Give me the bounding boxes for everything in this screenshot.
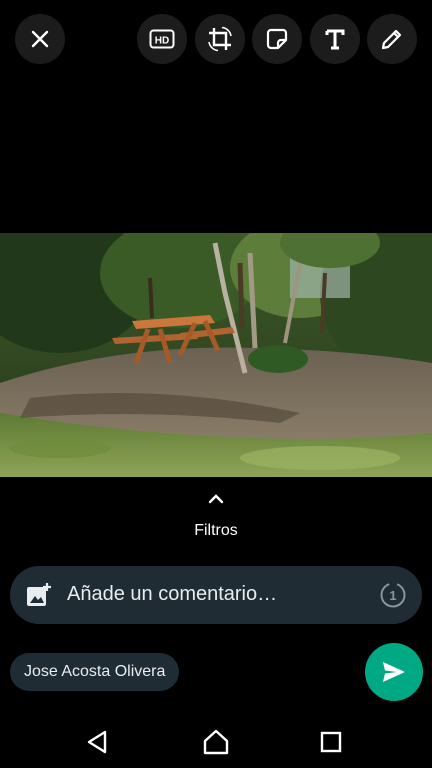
add-photo-icon[interactable] (26, 582, 52, 608)
send-icon (383, 662, 405, 682)
sticker-icon (266, 28, 288, 50)
hd-icon: HD (149, 29, 175, 49)
send-button[interactable] (365, 643, 423, 701)
svg-text:1: 1 (389, 588, 396, 603)
hd-button[interactable]: HD (137, 14, 187, 64)
photo-preview[interactable] (0, 233, 432, 477)
text-button[interactable] (310, 14, 360, 64)
close-icon (31, 30, 49, 48)
filters-label: Filtros (194, 522, 238, 539)
draw-button[interactable] (367, 14, 417, 64)
chevron-up-icon (208, 494, 224, 504)
home-icon[interactable] (202, 728, 230, 756)
pencil-icon (381, 29, 402, 50)
svg-text:HD: HD (155, 36, 169, 47)
comment-bar[interactable]: Añade un comentario… 1 (10, 566, 422, 624)
crop-rotate-button[interactable] (195, 14, 245, 64)
sticker-button[interactable] (252, 14, 302, 64)
comment-input[interactable]: Añade un comentario… (67, 583, 277, 606)
recents-square-icon[interactable] (317, 728, 345, 756)
recipient-chip[interactable]: Jose Acosta Olivera (10, 653, 180, 691)
close-button[interactable] (15, 14, 65, 64)
back-triangle-icon[interactable] (83, 728, 111, 756)
view-once-icon[interactable]: 1 (379, 581, 407, 609)
crop-rotate-icon (208, 26, 232, 52)
system-nav-bar (0, 712, 432, 768)
filters-toggle[interactable]: Filtros (0, 488, 432, 544)
recipient-name: Jose Acosta Olivera (24, 663, 166, 680)
text-icon (325, 29, 345, 50)
